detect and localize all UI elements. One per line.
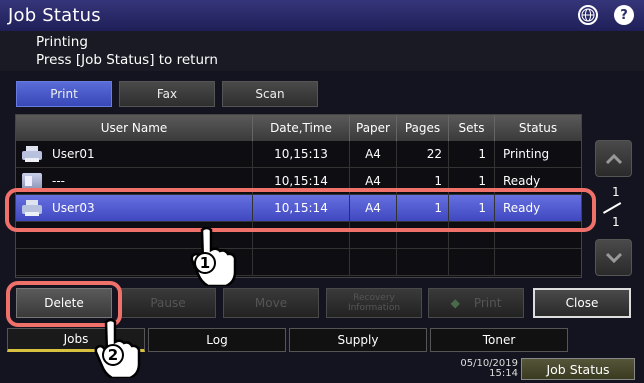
page-current: 1 — [612, 185, 620, 199]
header-pages: Pages — [397, 115, 449, 141]
diamond-icon: ◆ — [450, 296, 460, 310]
close-button[interactable]: Close — [533, 288, 631, 318]
tab-toner[interactable]: Toner — [430, 328, 568, 352]
help-icon[interactable]: ? — [614, 5, 634, 25]
header-user-name: User Name — [16, 115, 253, 141]
move-button[interactable]: Move — [223, 288, 319, 318]
pause-button[interactable]: Pause — [120, 288, 216, 318]
tab-fax[interactable]: Fax — [119, 81, 215, 107]
status-message: Printing Press [Job Status] to return — [0, 31, 644, 71]
title-bar: Job Status ? — [0, 0, 644, 31]
row-pages: 22 — [397, 141, 449, 167]
header-sets: Sets — [449, 115, 495, 141]
recovery-information-button[interactable]: Recovery Information — [326, 288, 422, 318]
table-row[interactable]: User01 10,15:13 A4 22 1 Printing — [16, 141, 581, 168]
scroll-up-button[interactable] — [595, 140, 632, 177]
row-paper: A4 — [350, 141, 397, 167]
scroll-down-button[interactable] — [595, 239, 632, 276]
callout-number-1: 1 — [194, 252, 216, 274]
row-user: --- — [52, 174, 65, 188]
chevron-down-icon — [605, 252, 622, 263]
clock-time: 15:14 — [489, 368, 518, 379]
job-type-tabs: Print Fax Scan — [16, 81, 318, 107]
header-date-time: Date,Time — [253, 115, 350, 141]
tab-log[interactable]: Log — [148, 328, 286, 352]
print-button[interactable]: ◆ Print — [428, 288, 524, 318]
status-line-2: Press [Job Status] to return — [36, 52, 218, 68]
header-paper: Paper — [350, 115, 397, 141]
selected-row-highlight — [5, 188, 596, 232]
row-sets: 1 — [449, 141, 495, 167]
row-status: Printing — [503, 147, 550, 161]
callout-number-2: 2 — [102, 344, 124, 366]
tab-print[interactable]: Print — [16, 81, 112, 107]
hand-pointer-icon: 1 — [186, 226, 240, 292]
recovery-line-2: Information — [347, 303, 401, 313]
window-title: Job Status — [8, 5, 101, 26]
printer-icon — [22, 146, 42, 162]
header-status: Status — [518, 121, 558, 135]
row-datetime: 10,15:13 — [253, 141, 350, 167]
recovery-line-1: Recovery — [353, 293, 395, 303]
chevron-up-icon — [605, 153, 622, 164]
page-indicator: 1 1 — [598, 183, 628, 233]
job-status-button[interactable]: Job Status — [521, 358, 635, 380]
tab-supply[interactable]: Supply — [289, 328, 427, 352]
table-row-empty — [16, 249, 581, 276]
row-user: User01 — [52, 147, 95, 161]
page-total: 1 — [612, 215, 620, 229]
globe-icon[interactable] — [578, 5, 598, 25]
table-header: User Name Date,Time Paper Pages Sets Sta… — [16, 115, 581, 141]
print-label: Print — [473, 296, 502, 310]
clock: 05/10/2019 15:14 — [452, 359, 518, 379]
status-line-1: Printing — [36, 34, 88, 50]
fax-icon — [22, 173, 42, 189]
tab-scan[interactable]: Scan — [222, 81, 318, 107]
hand-pointer-icon: 2 — [90, 318, 144, 383]
